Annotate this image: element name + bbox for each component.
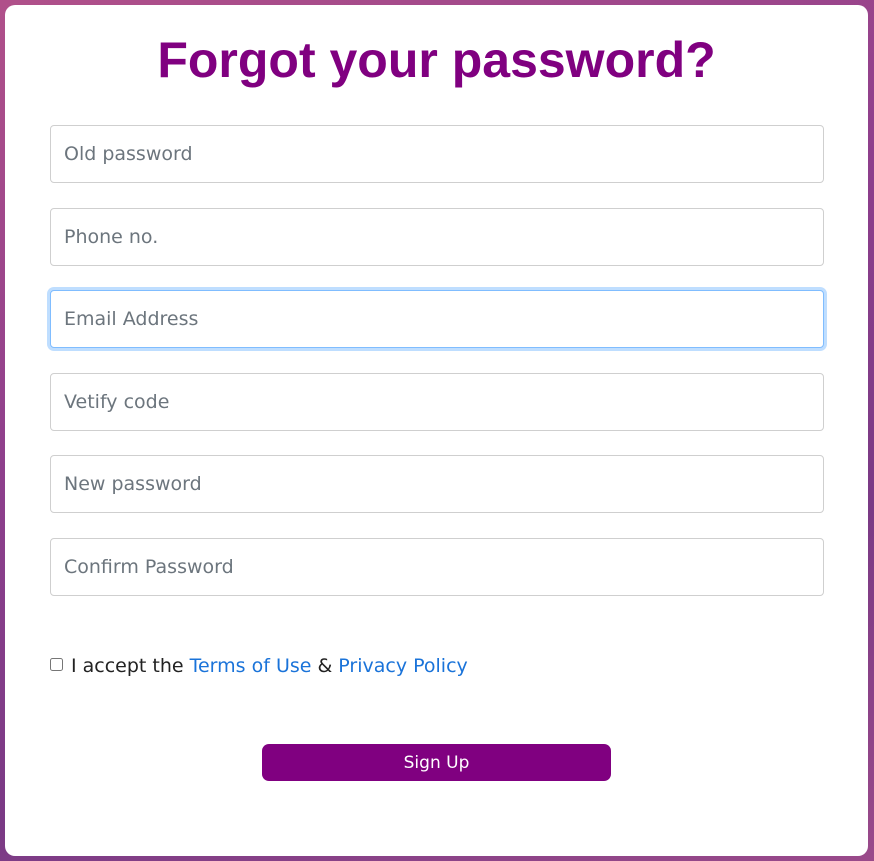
page-title: Forgot your password? [157,32,716,88]
new-password-field[interactable] [50,455,824,513]
terms-prefix-text: I accept the [71,655,184,677]
confirm-password-field[interactable] [50,538,824,596]
terms-row: I accept the Terms of Use & Privacy Poli… [50,653,468,679]
email-address-field[interactable] [50,290,824,348]
privacy-policy-link[interactable]: Privacy Policy [338,655,467,677]
sign-up-button[interactable]: Sign Up [262,744,611,781]
terms-separator: & [317,655,333,677]
terms-of-use-link[interactable]: Terms of Use [190,655,312,677]
old-password-field[interactable] [50,125,824,183]
forgot-password-card: Forgot your password? I accept the Terms… [5,5,868,856]
verify-code-field[interactable] [50,373,824,431]
accept-terms-checkbox[interactable] [50,657,63,671]
phone-number-field[interactable] [50,208,824,266]
